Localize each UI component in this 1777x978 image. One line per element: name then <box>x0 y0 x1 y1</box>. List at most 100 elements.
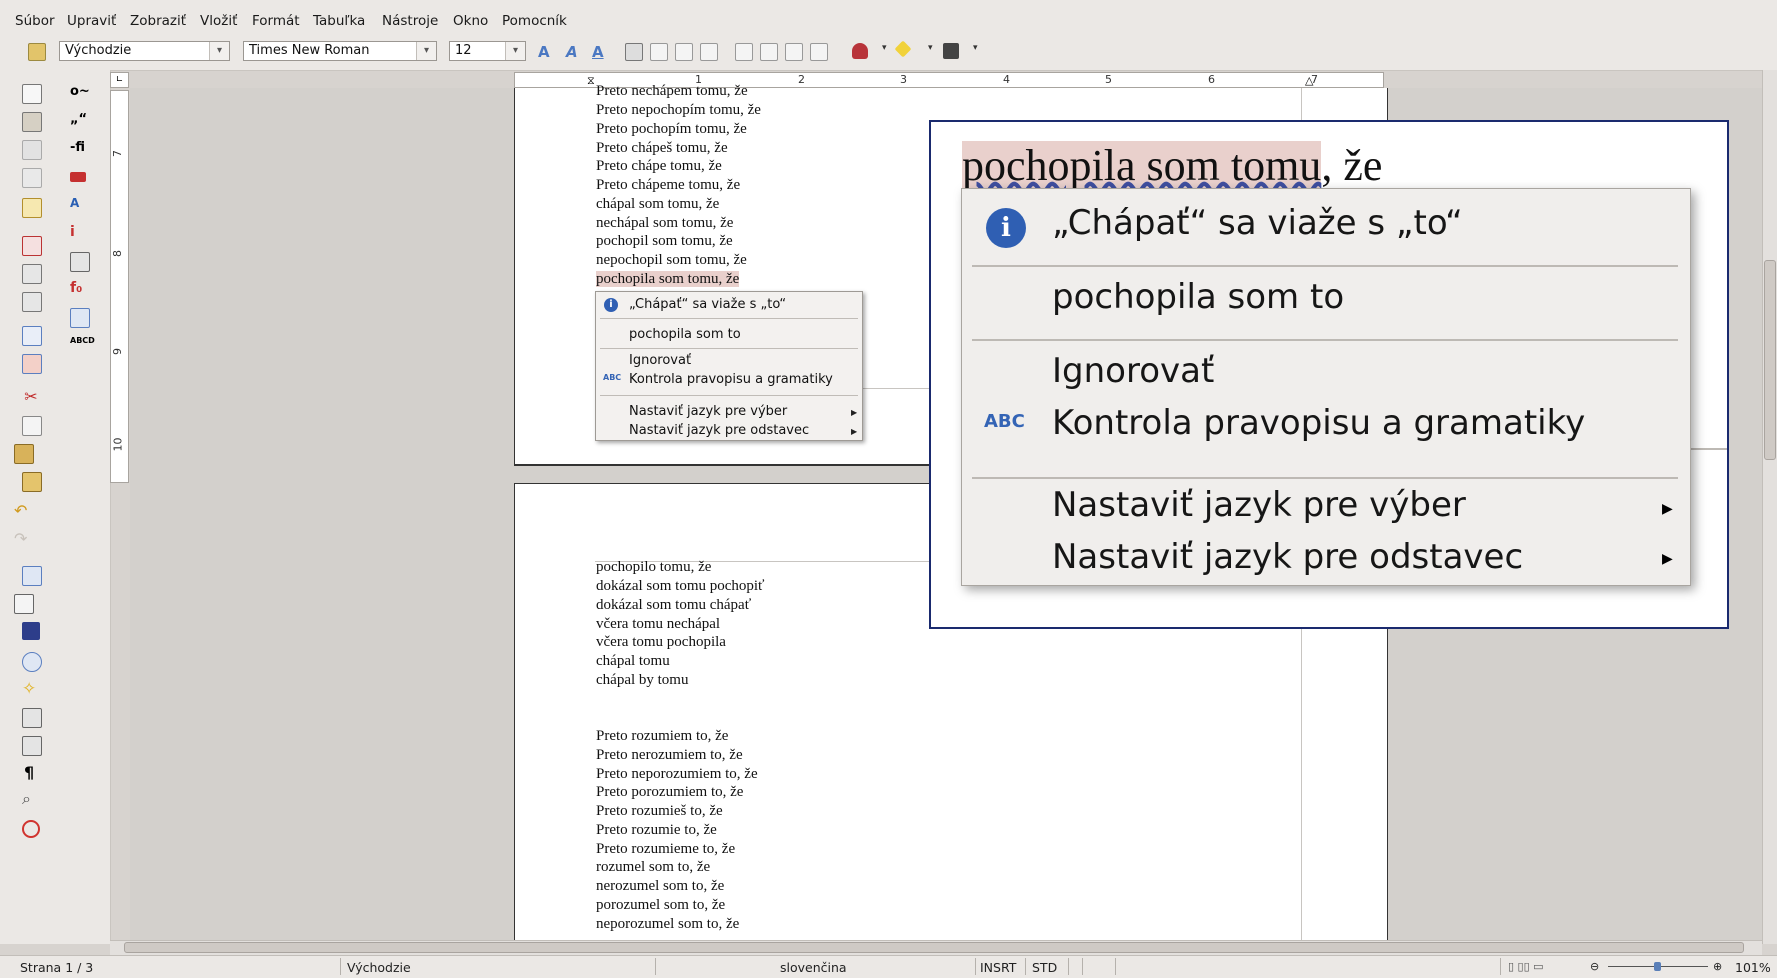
bullets-icon[interactable] <box>760 43 778 61</box>
hyperlink-icon[interactable] <box>22 566 42 586</box>
doc-line[interactable]: chápal som tomu, že <box>596 196 719 213</box>
gallery-icon[interactable] <box>22 708 42 728</box>
context-ignore-item[interactable]: Ignorovať <box>629 353 691 368</box>
abcd-icon[interactable]: ABCD <box>70 336 95 354</box>
menu-table[interactable]: Tabuľka <box>313 13 365 29</box>
doc-line[interactable]: včera tomu nechápal <box>596 616 720 633</box>
chevron-down-icon[interactable]: ▾ <box>505 42 525 60</box>
chevron-down-icon[interactable]: ▾ <box>209 42 229 60</box>
table-icon[interactable] <box>14 594 34 614</box>
decrease-indent-icon[interactable] <box>785 43 803 61</box>
status-language[interactable]: slovenčina <box>780 960 847 975</box>
doc-line[interactable]: Preto rozumiem to, že <box>596 728 728 745</box>
vertical-scrollbar[interactable] <box>1762 70 1777 944</box>
hyphen-icon[interactable] <box>70 172 86 182</box>
italic-icon[interactable]: A <box>566 43 582 61</box>
increase-indent-icon[interactable] <box>810 43 828 61</box>
clone-formatting-icon[interactable] <box>22 472 42 492</box>
print-preview-icon[interactable] <box>22 292 42 312</box>
doc-line[interactable]: neporozumel som to, že <box>596 916 739 933</box>
menu-format[interactable]: Formát <box>252 13 300 29</box>
doc-line[interactable]: Preto chápeme tomu, že <box>596 177 740 194</box>
context-spellcheck-item[interactable]: Kontrola pravopisu a gramatiky <box>629 372 833 387</box>
font-name-combo[interactable]: Times New Roman ▾ <box>243 41 437 61</box>
pilcrow-icon[interactable]: ¶ <box>24 764 42 782</box>
align-left-icon[interactable] <box>625 43 643 61</box>
columns-icon[interactable] <box>70 252 90 272</box>
autocorrect-icon[interactable]: o~ <box>70 84 90 102</box>
horizontal-scrollbar[interactable] <box>110 940 1762 955</box>
doc-line[interactable]: Preto pochopím tomu, že <box>596 121 747 138</box>
doc-line[interactable]: pochopil som tomu, že <box>596 233 733 250</box>
doc-line-selected[interactable]: pochopila som tomu, že <box>596 271 740 288</box>
doc-line[interactable]: Preto neporozumiem to, že <box>596 766 758 783</box>
info-small-icon[interactable]: i <box>70 224 88 242</box>
email-icon[interactable] <box>22 168 42 188</box>
zoom-icon[interactable]: ⌕ <box>22 790 40 808</box>
background-color-icon[interactable] <box>943 43 959 59</box>
status-selection-mode[interactable]: STD <box>1032 960 1057 975</box>
ligature-icon[interactable]: -fi <box>70 140 88 158</box>
doc-line[interactable]: Preto porozumiem to, že <box>596 784 743 801</box>
undo-icon[interactable]: ↶ <box>14 502 32 520</box>
chevron-down-icon[interactable]: ▾ <box>928 43 944 59</box>
scrollbar-thumb[interactable] <box>124 942 1744 953</box>
doc-line[interactable]: Preto chápe tomu, že <box>596 158 722 175</box>
styles-icon[interactable] <box>28 43 46 61</box>
text-format-icon[interactable]: A <box>70 196 88 214</box>
menu-view[interactable]: Zobraziť <box>130 13 186 29</box>
doc-line[interactable]: dokázal som tomu pochopiť <box>596 578 764 595</box>
doc-line[interactable]: Preto rozumieš to, že <box>596 803 723 820</box>
export-pdf-icon[interactable] <box>22 236 42 256</box>
doc-line[interactable]: nerozumel som to, že <box>596 878 724 895</box>
zoom-in-icon[interactable]: ⊕ <box>1713 960 1722 973</box>
help-icon[interactable] <box>22 820 40 838</box>
edit-mode-icon[interactable] <box>22 198 42 218</box>
zoomed-spellcheck-item[interactable]: Kontrola pravopisu a gramatiky <box>1052 403 1585 443</box>
spellcheck-icon[interactable] <box>22 326 42 346</box>
quotes-icon[interactable]: „“ <box>70 112 88 130</box>
autospellcheck-icon[interactable] <box>22 354 42 374</box>
new-document-icon[interactable] <box>22 84 42 104</box>
tab-stop-selector[interactable]: ∟ <box>110 72 129 88</box>
paste-icon[interactable] <box>14 444 34 464</box>
menu-insert[interactable]: Vložiť <box>200 13 237 29</box>
bold-icon[interactable]: A <box>538 43 554 61</box>
doc-line[interactable]: Preto rozumieme to, že <box>596 841 735 858</box>
underline-icon[interactable]: A <box>592 43 608 61</box>
menu-help[interactable]: Pomocník <box>502 13 567 29</box>
redo-icon[interactable]: ↷ <box>14 530 32 548</box>
doc-line[interactable]: chápal by tomu <box>596 672 688 689</box>
doc-line[interactable]: Preto nerozumiem to, že <box>596 747 743 764</box>
font-size-combo[interactable]: 12 ▾ <box>449 41 526 61</box>
open-icon[interactable] <box>22 112 42 132</box>
doc-line[interactable]: nepochopil som tomu, že <box>596 252 747 269</box>
insert-frame-icon[interactable] <box>70 308 90 328</box>
align-justify-icon[interactable] <box>700 43 718 61</box>
context-suggestion-item[interactable]: pochopila som to <box>629 327 741 342</box>
vertical-ruler[interactable]: 7 8 9 10 <box>110 90 129 483</box>
zoomed-set-language-selection[interactable]: Nastaviť jazyk pre výber <box>1052 485 1466 525</box>
draw-functions-icon[interactable] <box>22 622 40 640</box>
menu-edit[interactable]: Upraviť <box>67 13 116 29</box>
doc-line[interactable]: nechápal som tomu, že <box>596 215 733 232</box>
doc-line[interactable]: Preto nepochopím tomu, že <box>596 102 761 119</box>
status-style[interactable]: Východzie <box>347 960 411 975</box>
print-icon[interactable] <box>22 264 42 284</box>
doc-line[interactable]: pochopilo tomu, že <box>596 559 711 576</box>
status-page[interactable]: Strana 1 / 3 <box>20 960 93 975</box>
fields-icon[interactable]: f₀ <box>70 280 88 298</box>
paragraph-style-combo[interactable]: Východzie ▾ <box>59 41 230 61</box>
zoom-slider-thumb[interactable] <box>1654 962 1661 971</box>
save-icon[interactable] <box>22 140 42 160</box>
doc-line[interactable]: dokázal som tomu chápať <box>596 597 751 614</box>
menu-window[interactable]: Okno <box>453 13 488 29</box>
scrollbar-thumb[interactable] <box>1764 260 1776 460</box>
chevron-down-icon[interactable]: ▾ <box>416 42 436 60</box>
find-replace-icon[interactable] <box>22 652 42 672</box>
numbering-icon[interactable] <box>735 43 753 61</box>
status-zoom-level[interactable]: 101% <box>1735 960 1771 975</box>
zoomed-suggestion-item[interactable]: pochopila som to <box>1052 277 1344 317</box>
doc-line[interactable]: Preto nechápem tomu, že <box>596 83 748 100</box>
menu-file[interactable]: Súbor <box>15 13 55 29</box>
